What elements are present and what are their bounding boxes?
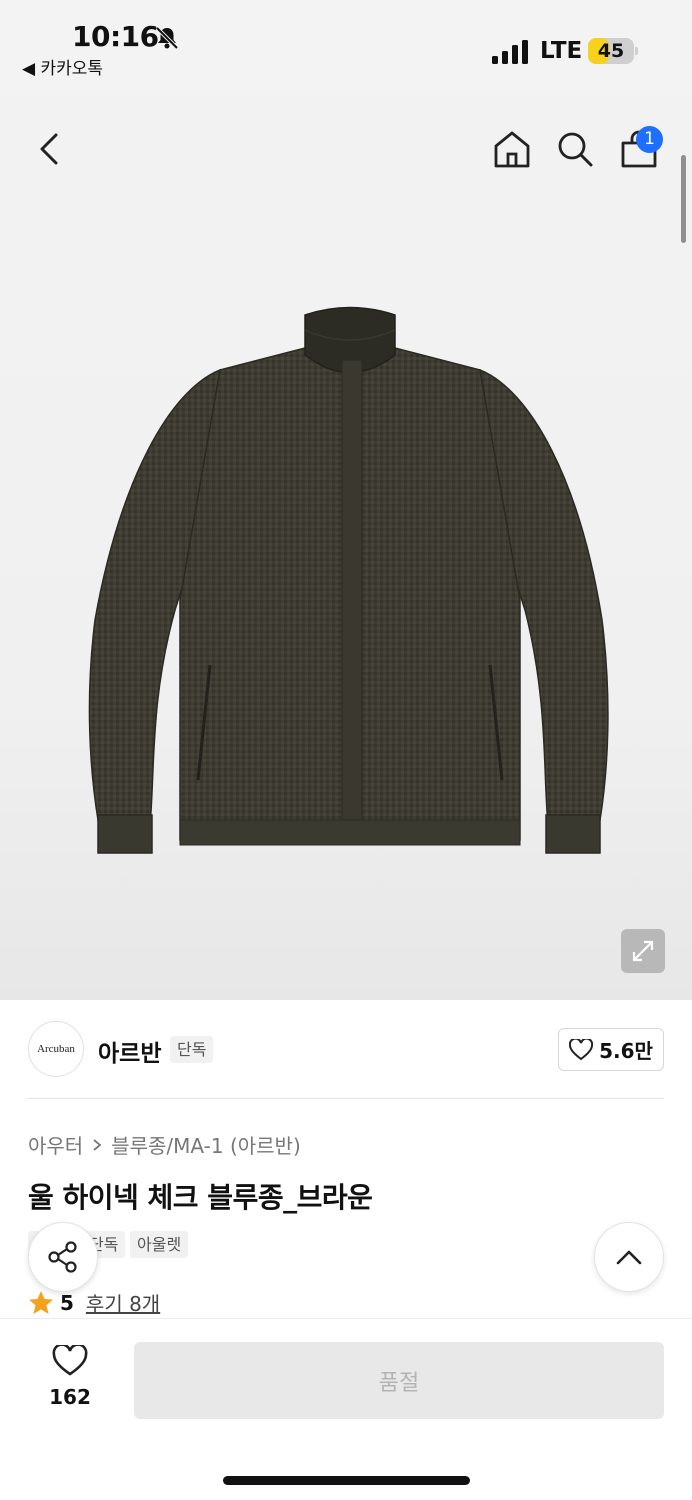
brand-logo-text: Arcuban (37, 1043, 75, 1055)
rating: 5 후기 8개 (28, 1288, 160, 1317)
breadcrumb: 아우터 블루종/MA-1 (아르반) (28, 1130, 301, 1159)
bell-off-icon (155, 26, 179, 50)
product-title: 울 하이넥 체크 블루종_브라운 (28, 1181, 373, 1214)
heart-icon (52, 1345, 88, 1376)
brand-name[interactable]: 아르반 (98, 1034, 161, 1068)
back-to-app-link[interactable]: ◀ 카카오톡 (22, 54, 103, 79)
sold-out-button[interactable]: 품절 (134, 1342, 664, 1419)
scrollbar[interactable] (681, 155, 686, 243)
wish-button[interactable]: 162 (40, 1345, 100, 1409)
back-button[interactable] (24, 124, 74, 174)
network-type: LTE (540, 38, 583, 64)
brand-like-button[interactable]: 5.6만 (558, 1028, 664, 1071)
expand-icon (632, 940, 654, 962)
home-icon (494, 131, 530, 168)
cart-count-badge: 1 (636, 126, 663, 153)
brand-logo[interactable]: Arcuban (28, 1021, 84, 1077)
star-icon (29, 1290, 53, 1314)
exclusive-tag: 단독 (170, 1036, 214, 1063)
chevron-right-icon (93, 1138, 102, 1151)
battery-icon: 45 (588, 38, 638, 64)
brand-like-count: 5.6만 (599, 1039, 653, 1063)
review-link[interactable]: 후기 8개 (86, 1288, 160, 1317)
chevron-left-icon (40, 133, 58, 165)
search-icon (558, 132, 593, 167)
divider (28, 1098, 664, 1099)
product-image[interactable] (80, 300, 620, 860)
rating-score: 5 (60, 1290, 74, 1315)
share-button[interactable] (28, 1222, 98, 1292)
battery-percent: 45 (597, 40, 625, 62)
subcategory-link[interactable]: 블루종/MA-1 (아르반) (111, 1130, 301, 1159)
home-button[interactable] (487, 124, 537, 174)
chevron-up-icon (616, 1250, 642, 1265)
signal-icon (492, 40, 528, 64)
expand-image-button[interactable] (621, 929, 665, 973)
product-tag: 아울렛 (130, 1231, 189, 1258)
search-button[interactable] (550, 124, 600, 174)
status-time: 10:16 (72, 20, 159, 53)
home-indicator (223, 1476, 470, 1485)
category-link[interactable]: 아우터 (28, 1130, 83, 1159)
share-icon (48, 1241, 77, 1273)
heart-icon (569, 1038, 594, 1060)
wish-count: 162 (49, 1385, 91, 1409)
scroll-top-button[interactable] (594, 1222, 664, 1292)
